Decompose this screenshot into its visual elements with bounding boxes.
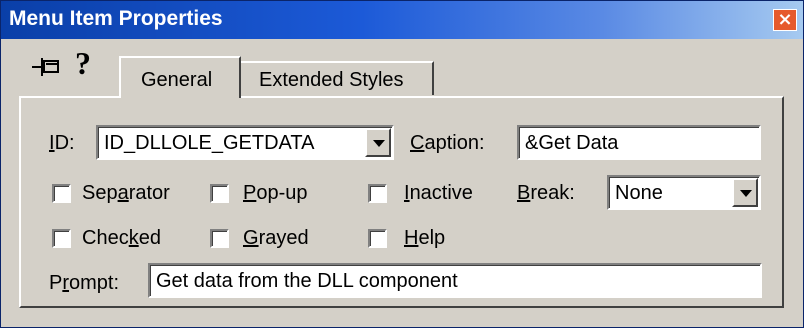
help-label: Help (404, 227, 446, 249)
break-value: None (615, 182, 663, 204)
grayed-checkbox[interactable] (210, 229, 229, 248)
close-button[interactable]: × (773, 9, 797, 31)
separator-label: Separator (82, 182, 170, 204)
help-icon[interactable]: ? (75, 47, 91, 79)
caption-input[interactable]: &Get Data (517, 125, 761, 160)
break-label: Break: (517, 182, 575, 204)
break-dropdown-arrow-icon[interactable] (732, 178, 758, 207)
inactive-checkbox[interactable] (368, 184, 387, 203)
title-bar[interactable]: Menu Item Properties × (1, 1, 803, 39)
checked-checkbox[interactable] (52, 229, 71, 248)
help-checkbox[interactable] (368, 229, 387, 248)
checked-label: Checked (82, 227, 161, 249)
popup-checkbox[interactable] (210, 184, 229, 203)
grayed-label: Grayed (243, 227, 309, 249)
prompt-input[interactable]: Get data from the DLL component (148, 263, 762, 298)
id-dropdown-arrow-icon[interactable] (365, 128, 391, 157)
menu-item-properties-dialog: Menu Item Properties × ? General Extende… (0, 0, 804, 328)
id-value: ID_DLLOLE_GETDATA (104, 132, 315, 154)
id-combobox[interactable]: ID_DLLOLE_GETDATA (96, 125, 394, 160)
separator-checkbox[interactable] (52, 184, 71, 203)
tab-extended-styles[interactable]: Extended Styles (241, 61, 434, 95)
prompt-label: Prompt: (49, 272, 120, 294)
window-title: Menu Item Properties (9, 7, 223, 30)
pushpin-icon[interactable] (31, 54, 61, 78)
inactive-label: Inactive (404, 182, 473, 204)
caption-label: Caption: (410, 132, 485, 154)
break-combobox[interactable]: None (607, 175, 761, 210)
popup-label: Pop-up (243, 182, 308, 204)
tab-general[interactable]: General (119, 56, 241, 98)
id-label: ID: (49, 132, 75, 154)
